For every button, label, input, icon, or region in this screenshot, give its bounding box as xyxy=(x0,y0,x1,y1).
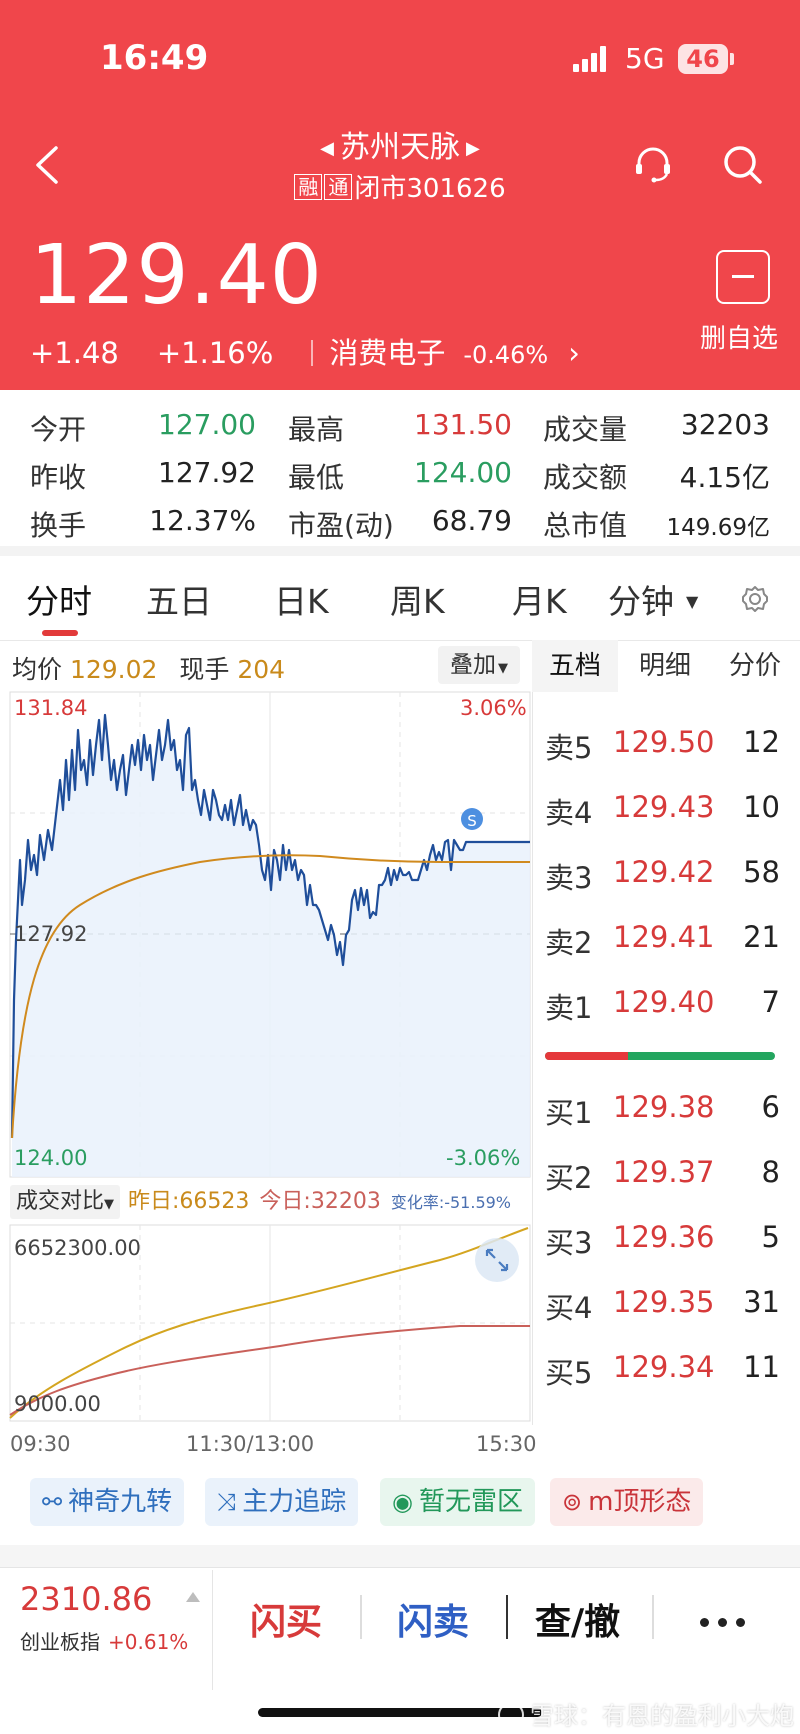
y-axis-max: 131.84 xyxy=(14,696,88,720)
price-area xyxy=(12,715,530,1177)
time-axis-mid: 11:30/13:00 xyxy=(186,1432,315,1456)
main-force-chip[interactable]: ⤨ 主力追踪 xyxy=(205,1478,359,1526)
y-axis-mid: 127.92 xyxy=(14,922,88,946)
bid-price: 129.34 xyxy=(613,1350,715,1384)
watermark-text: 雪球：有恩的盈利小大炮 xyxy=(530,1702,794,1730)
ask-row-5[interactable]: 卖5 129.50 12 xyxy=(545,725,780,765)
bid-volume: 11 xyxy=(743,1350,780,1384)
index-name: 创业板指 xyxy=(20,1630,100,1654)
bid-ratio-fill xyxy=(545,1052,628,1060)
time-axis-end: 15:30 xyxy=(476,1432,537,1456)
bid-label: 买4 xyxy=(545,1291,593,1325)
ask-label: 卖1 xyxy=(545,991,593,1025)
pattern-icon: ⊚ xyxy=(562,1488,583,1516)
bid-volume: 8 xyxy=(761,1155,780,1189)
bid-row-1[interactable]: 买1 129.38 6 xyxy=(545,1090,780,1130)
chip-label: 神奇九转 xyxy=(68,1487,173,1517)
bid-label: 买3 xyxy=(545,1226,593,1260)
radar-icon: ◉ xyxy=(392,1488,413,1516)
y-axis-min: 124.00 xyxy=(14,1146,88,1170)
ask-volume: 21 xyxy=(743,920,780,954)
flash-buy-button[interactable]: 闪买 xyxy=(250,1593,322,1645)
no-risk-chip[interactable]: ◉ 暂无雷区 xyxy=(380,1478,535,1526)
nodes-icon: ⚯ xyxy=(42,1488,63,1516)
bid-row-2[interactable]: 买2 129.37 8 xyxy=(545,1155,780,1195)
bid-volume: 6 xyxy=(761,1090,780,1124)
bid-price: 129.37 xyxy=(613,1155,715,1189)
ask-volume: 58 xyxy=(743,855,780,889)
bid-label: 买5 xyxy=(545,1356,593,1390)
ask-label: 卖4 xyxy=(545,796,593,830)
tab-details[interactable]: 明细 xyxy=(622,640,708,692)
index-change: +0.61% xyxy=(108,1630,189,1654)
bid-price: 129.35 xyxy=(613,1285,715,1319)
bid-price: 129.36 xyxy=(613,1220,715,1254)
today-volume: 今日:32203 xyxy=(259,1189,381,1214)
chip-label: 暂无雷区 xyxy=(418,1487,523,1517)
ask-price: 129.43 xyxy=(613,790,715,824)
bid-volume: 31 xyxy=(743,1285,780,1319)
ask-volume: 12 xyxy=(743,725,780,759)
index-value[interactable]: 2310.86 xyxy=(20,1580,152,1618)
time-axis-start: 09:30 xyxy=(10,1432,71,1456)
tab-price-dist[interactable]: 分价 xyxy=(712,640,798,692)
flash-sell-button[interactable]: 闪卖 xyxy=(397,1593,469,1645)
signal-marker-text: S xyxy=(467,812,477,830)
watermark: 雪球：有恩的盈利小大炮 xyxy=(498,1696,794,1731)
ask-label: 卖2 xyxy=(545,926,593,960)
chip-label: m顶形态 xyxy=(588,1487,692,1517)
ask-label: 卖3 xyxy=(545,861,593,895)
pct-axis-max: 3.06% xyxy=(460,696,527,720)
order-book-tabs: 五档 明细 分价 xyxy=(532,640,800,692)
index-info[interactable]: 创业板指 +0.61% xyxy=(20,1626,188,1655)
vol-axis-max: 6652300.00 xyxy=(14,1236,141,1260)
pct-axis-min: -3.06% xyxy=(446,1146,521,1170)
bid-label: 买2 xyxy=(545,1161,593,1195)
ask-label: 卖5 xyxy=(545,731,593,765)
bid-price: 129.38 xyxy=(613,1090,715,1124)
ask-row-4[interactable]: 卖4 129.43 10 xyxy=(545,790,780,830)
bid-row-3[interactable]: 买3 129.36 5 xyxy=(545,1220,780,1260)
volume-compare-button[interactable]: 成交对比▼ xyxy=(10,1185,121,1219)
bid-ask-ratio-bar xyxy=(545,1052,775,1060)
bid-volume: 5 xyxy=(761,1220,780,1254)
order-book-divider xyxy=(532,640,533,1425)
caret-down-icon: ▼ xyxy=(104,1197,115,1212)
ask-price: 129.42 xyxy=(613,855,715,889)
volume-change-rate: 变化率:-51.59% xyxy=(390,1193,512,1212)
magic-nine-chip[interactable]: ⚯ 神奇九转 xyxy=(30,1478,185,1526)
xueqiu-logo-icon xyxy=(498,1702,524,1728)
bid-row-5[interactable]: 买5 129.34 11 xyxy=(545,1350,780,1390)
bar-divider xyxy=(506,1595,508,1639)
yesterday-volume: 昨日:66523 xyxy=(128,1189,250,1214)
bar-divider xyxy=(360,1595,362,1639)
ask-price: 129.41 xyxy=(613,920,715,954)
ask-row-3[interactable]: 卖3 129.42 58 xyxy=(545,855,780,895)
vol-axis-min: 9000.00 xyxy=(14,1392,101,1416)
section-divider xyxy=(0,1545,800,1567)
bid-label: 买1 xyxy=(545,1096,593,1130)
query-cancel-button[interactable]: 查/撤 xyxy=(535,1593,620,1645)
ask-row-2[interactable]: 卖2 129.41 21 xyxy=(545,920,780,960)
chip-label: 主力追踪 xyxy=(242,1487,347,1517)
bar-divider xyxy=(212,1570,213,1690)
ask-price: 129.50 xyxy=(613,725,715,759)
ask-price: 129.40 xyxy=(613,985,715,1019)
ask-volume: 10 xyxy=(743,790,780,824)
tab-five-levels[interactable]: 五档 xyxy=(532,640,618,692)
bar-divider xyxy=(652,1595,654,1639)
ask-row-1[interactable]: 卖1 129.40 7 xyxy=(545,985,780,1025)
m-top-chip[interactable]: ⊚ m顶形态 xyxy=(550,1478,704,1526)
bid-row-4[interactable]: 买4 129.35 31 xyxy=(545,1285,780,1325)
volume-compare-header: 成交对比▼ 昨日:66523 今日:32203 变化率:-51.59% xyxy=(10,1183,512,1219)
volume-compare-label: 成交对比 xyxy=(16,1189,105,1214)
more-icon[interactable] xyxy=(700,1612,754,1631)
ask-volume: 7 xyxy=(761,985,780,1019)
up-triangle-icon xyxy=(186,1592,200,1602)
shuffle-icon: ⤨ xyxy=(217,1488,237,1516)
expand-icon xyxy=(475,1238,519,1282)
